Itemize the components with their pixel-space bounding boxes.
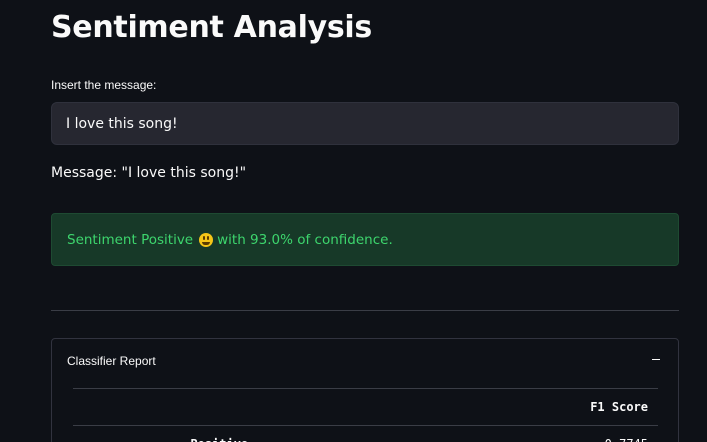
message-input-label: Insert the message: [51, 78, 157, 92]
table-header-f1: F1 Score [365, 388, 658, 426]
classifier-report-expander[interactable]: Classifier Report F1 Score Positive 0.77… [51, 338, 679, 442]
collapse-icon[interactable] [652, 359, 660, 360]
row-f1-value: 0.7745 [365, 425, 658, 442]
section-divider [51, 310, 679, 311]
table-header-row: F1 Score [73, 388, 658, 426]
sentiment-result-alert: Sentiment Positive with 93.0% of confide… [51, 213, 679, 266]
message-echo: Message: "I love this song!" [51, 165, 247, 181]
sentiment-result-suffix: with 93.0% of confidence. [217, 231, 393, 248]
table-row: Positive 0.7745 [73, 425, 658, 442]
row-label: Positive [73, 425, 366, 442]
app-page: Sentiment Analysis Insert the message: M… [0, 0, 707, 442]
message-input[interactable] [51, 102, 679, 145]
classifier-report-table: F1 Score Positive 0.7745 [73, 388, 658, 442]
sentiment-result-prefix: Sentiment Positive [67, 231, 194, 248]
expander-title: Classifier Report [67, 354, 156, 368]
grinning-face-icon [199, 232, 214, 247]
table-header-index [73, 388, 366, 426]
page-title: Sentiment Analysis [51, 10, 372, 45]
